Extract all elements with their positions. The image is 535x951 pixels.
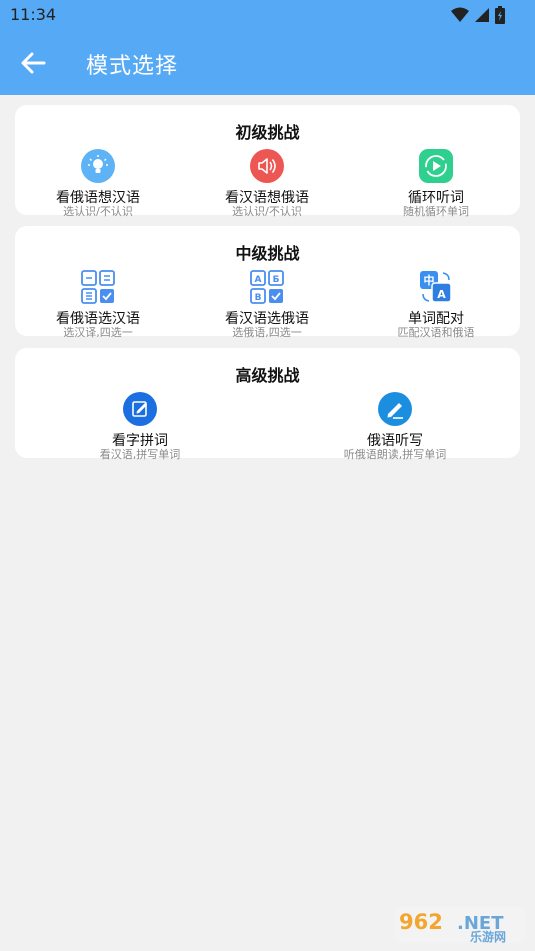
- app-bar: 模式选择: [0, 30, 535, 95]
- mode-ru-choose-cn[interactable]: 看俄语选汉语 选汉译,四选一: [18, 266, 178, 339]
- grid-letter: A: [255, 275, 262, 285]
- mode-subtitle: 选认识/不认识: [63, 205, 133, 218]
- status-icons: [451, 6, 505, 24]
- loop-play-icon: [419, 149, 453, 183]
- translate-letter: 中: [424, 273, 435, 287]
- page-title: 模式选择: [86, 54, 179, 79]
- lightbulb-icon: [81, 149, 115, 183]
- mode-subtitle: 选俄语,四选一: [232, 326, 302, 339]
- edit-icon: [123, 392, 157, 426]
- cyrillic-grid-icon: A Б B: [250, 270, 284, 304]
- mode-loop-listen[interactable]: 循环听词 随机循环单词: [356, 145, 516, 218]
- mode-subtitle: 听俄语朗读,拼写单词: [343, 448, 447, 461]
- mode-subtitle: 匹配汉语和俄语: [397, 326, 475, 339]
- mode-subtitle: 随机循环单词: [403, 205, 469, 218]
- watermark-number: 962: [399, 910, 443, 934]
- mode-subtitle: 选汉译,四选一: [63, 326, 133, 339]
- mode-cn-to-ru-recall[interactable]: 看汉语想俄语 选认识/不认识: [187, 145, 347, 218]
- signal-icon: [475, 8, 489, 22]
- translate-icon: 中 A: [420, 271, 452, 303]
- speaker-icon: [250, 149, 284, 183]
- beginner-card: 初级挑战 看俄语想汉语 选认识/不认识 看汉语想俄语 选认识/不认识 循环听词 …: [15, 105, 520, 218]
- status-time: 11:34: [10, 5, 57, 24]
- site-watermark: 962 .NET 乐游网: [395, 907, 525, 943]
- mode-word-match[interactable]: 中 A 单词配对 匹配汉语和俄语: [356, 266, 516, 339]
- back-arrow-icon[interactable]: [18, 48, 48, 78]
- mode-cn-choose-ru[interactable]: A Б B 看汉语选俄语 选俄语,四选一: [187, 266, 347, 339]
- mode-ru-to-cn-recall[interactable]: 看俄语想汉语 选认识/不认识: [18, 145, 178, 218]
- watermark-site: 乐游网: [470, 929, 506, 943]
- mode-subtitle: 看汉语,拼写单词: [99, 448, 181, 461]
- intermediate-card: 中级挑战 看俄语选汉语 选汉译,四选一 A Б B 看汉语选俄语 选俄语,四选一: [15, 226, 520, 339]
- mode-spell-from-cn[interactable]: 看字拼词 看汉语,拼写单词: [60, 388, 220, 461]
- wifi-icon: [451, 7, 469, 22]
- pen-icon: [378, 392, 412, 426]
- status-bar: 11:34: [0, 0, 535, 30]
- mode-subtitle: 选认识/不认识: [232, 205, 302, 218]
- grid-choice-icon: [81, 270, 115, 304]
- translate-letter: A: [437, 288, 446, 301]
- grid-letter: B: [255, 293, 262, 303]
- advanced-card: 高级挑战 看字拼词 看汉语,拼写单词 俄语听写 听俄语朗读,拼写单词: [15, 348, 520, 461]
- battery-icon: [495, 6, 505, 24]
- card-heading: 中级挑战: [235, 244, 300, 263]
- card-heading: 高级挑战: [235, 366, 300, 385]
- grid-letter: Б: [273, 275, 280, 285]
- card-heading: 初级挑战: [235, 123, 300, 142]
- mode-dictation[interactable]: 俄语听写 听俄语朗读,拼写单词: [315, 388, 475, 461]
